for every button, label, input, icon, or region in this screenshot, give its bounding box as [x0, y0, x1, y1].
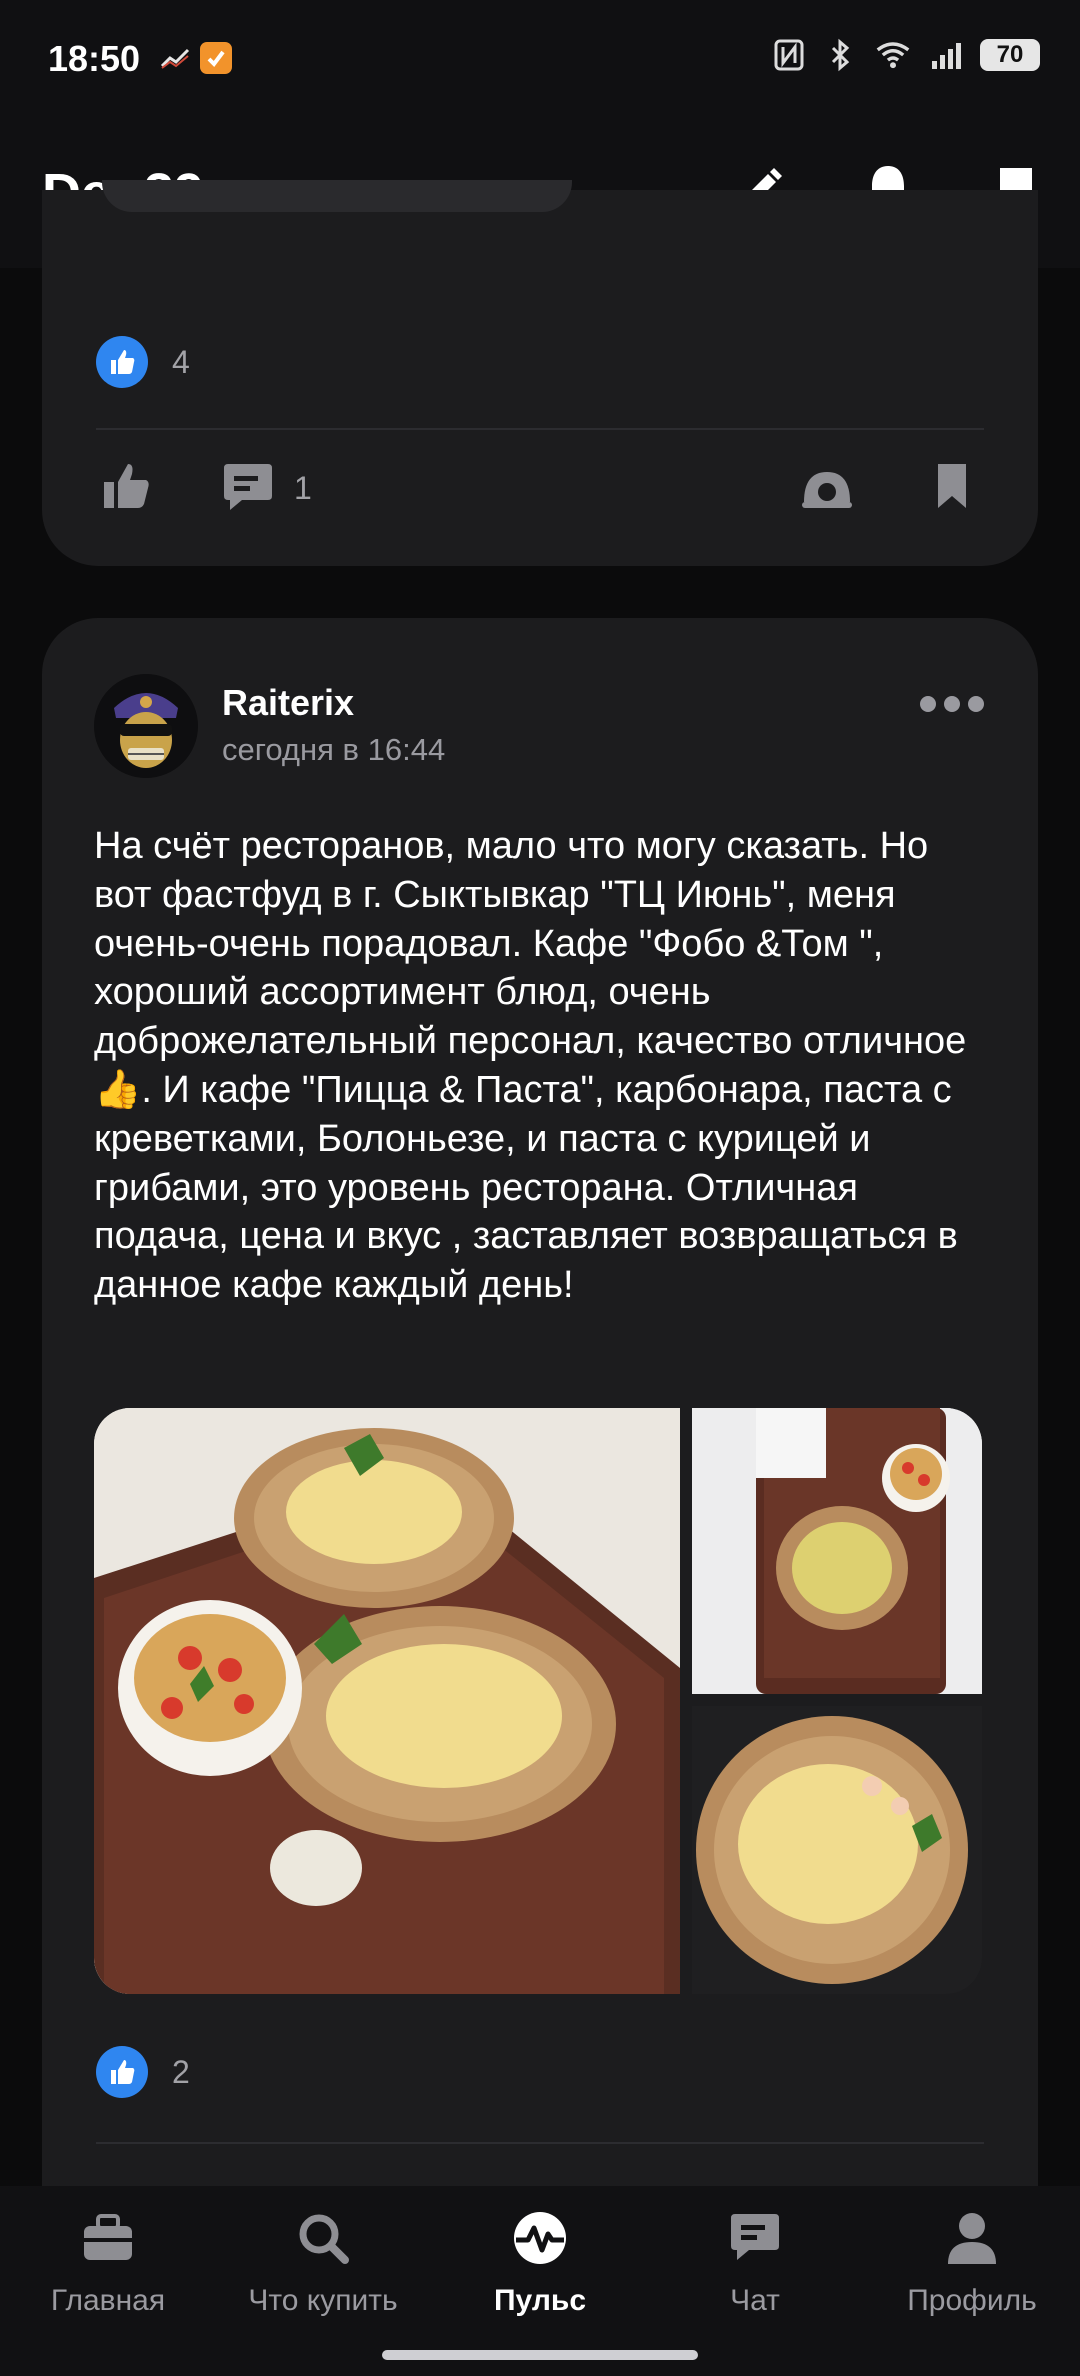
- nav-label: Главная: [50, 2284, 166, 2317]
- previous-post-attachment[interactable]: [102, 180, 572, 212]
- status-bar: 18:50 70: [0, 0, 1080, 120]
- pulse-icon: [510, 2208, 570, 2268]
- post-card-previous: 4 1: [42, 180, 1038, 566]
- nav-item-pulse[interactable]: Пульс: [440, 2208, 640, 2318]
- bottom-navigation: Главная Что купить Пульс Чат Профиль: [0, 2186, 1080, 2376]
- thumbs-up-badge-icon: [96, 2046, 148, 2098]
- reactions-summary[interactable]: 2: [96, 2046, 190, 2098]
- comments-button[interactable]: 1: [220, 462, 312, 514]
- chat-icon: [725, 2208, 785, 2268]
- thumbs-up-badge-icon: [96, 336, 148, 388]
- photo-gallery: [94, 1408, 982, 1994]
- battery-indicator: 70: [980, 39, 1040, 71]
- nav-item-what-to-buy[interactable]: Что купить: [223, 2208, 423, 2318]
- likes-count: 4: [172, 343, 190, 380]
- post-text: На счёт ресторанов, мало что могу сказат…: [94, 825, 967, 1307]
- comments-count: 1: [294, 469, 312, 506]
- repost-button[interactable]: [798, 462, 856, 514]
- signal-4g-icon: [928, 38, 962, 72]
- avatar[interactable]: [94, 674, 198, 778]
- comment-icon: [224, 464, 272, 510]
- bluetooth-icon: [824, 38, 858, 72]
- divider: [96, 2142, 984, 2144]
- nav-item-chat[interactable]: Чат: [655, 2208, 855, 2318]
- stocks-notification-icon: [160, 44, 192, 72]
- bookmark-icon: [938, 464, 966, 508]
- repost-icon: [802, 472, 852, 508]
- likes-count: 2: [172, 2053, 190, 2090]
- like-button[interactable]: [100, 460, 152, 512]
- thumbs-up-icon: [104, 464, 149, 508]
- reactions-summary[interactable]: 4: [96, 336, 190, 388]
- profile-icon: [942, 2208, 1002, 2268]
- nav-label: Пульс: [493, 2284, 587, 2317]
- nav-item-profile[interactable]: Профиль: [872, 2208, 1072, 2318]
- post-author[interactable]: Raiterix: [222, 682, 354, 724]
- nav-label: Чат: [730, 2284, 780, 2317]
- photo-3[interactable]: [692, 1706, 982, 1994]
- search-icon: [293, 2208, 353, 2268]
- home-indicator[interactable]: [382, 2350, 698, 2360]
- more-options-button[interactable]: [920, 696, 984, 712]
- briefcase-icon: [78, 2208, 138, 2268]
- post-card: Raiterix сегодня в 16:44 На счёт рестора…: [42, 618, 1038, 2358]
- dot: [920, 696, 936, 712]
- nav-label: Что купить: [248, 2284, 398, 2317]
- nav-label: Профиль: [907, 2284, 1037, 2317]
- status-time: 18:50: [48, 38, 141, 79]
- app-notification-icon: [200, 42, 232, 74]
- bookmark-post-button[interactable]: [934, 460, 970, 512]
- dot: [968, 696, 984, 712]
- wifi-icon: [876, 38, 910, 72]
- nfc-icon: [772, 38, 806, 72]
- photo-main[interactable]: [94, 1408, 680, 1994]
- dot: [944, 696, 960, 712]
- photo-2[interactable]: [692, 1408, 982, 1694]
- divider: [96, 428, 984, 430]
- nav-item-home[interactable]: Главная: [8, 2208, 208, 2318]
- post-time: сегодня в 16:44: [222, 732, 446, 767]
